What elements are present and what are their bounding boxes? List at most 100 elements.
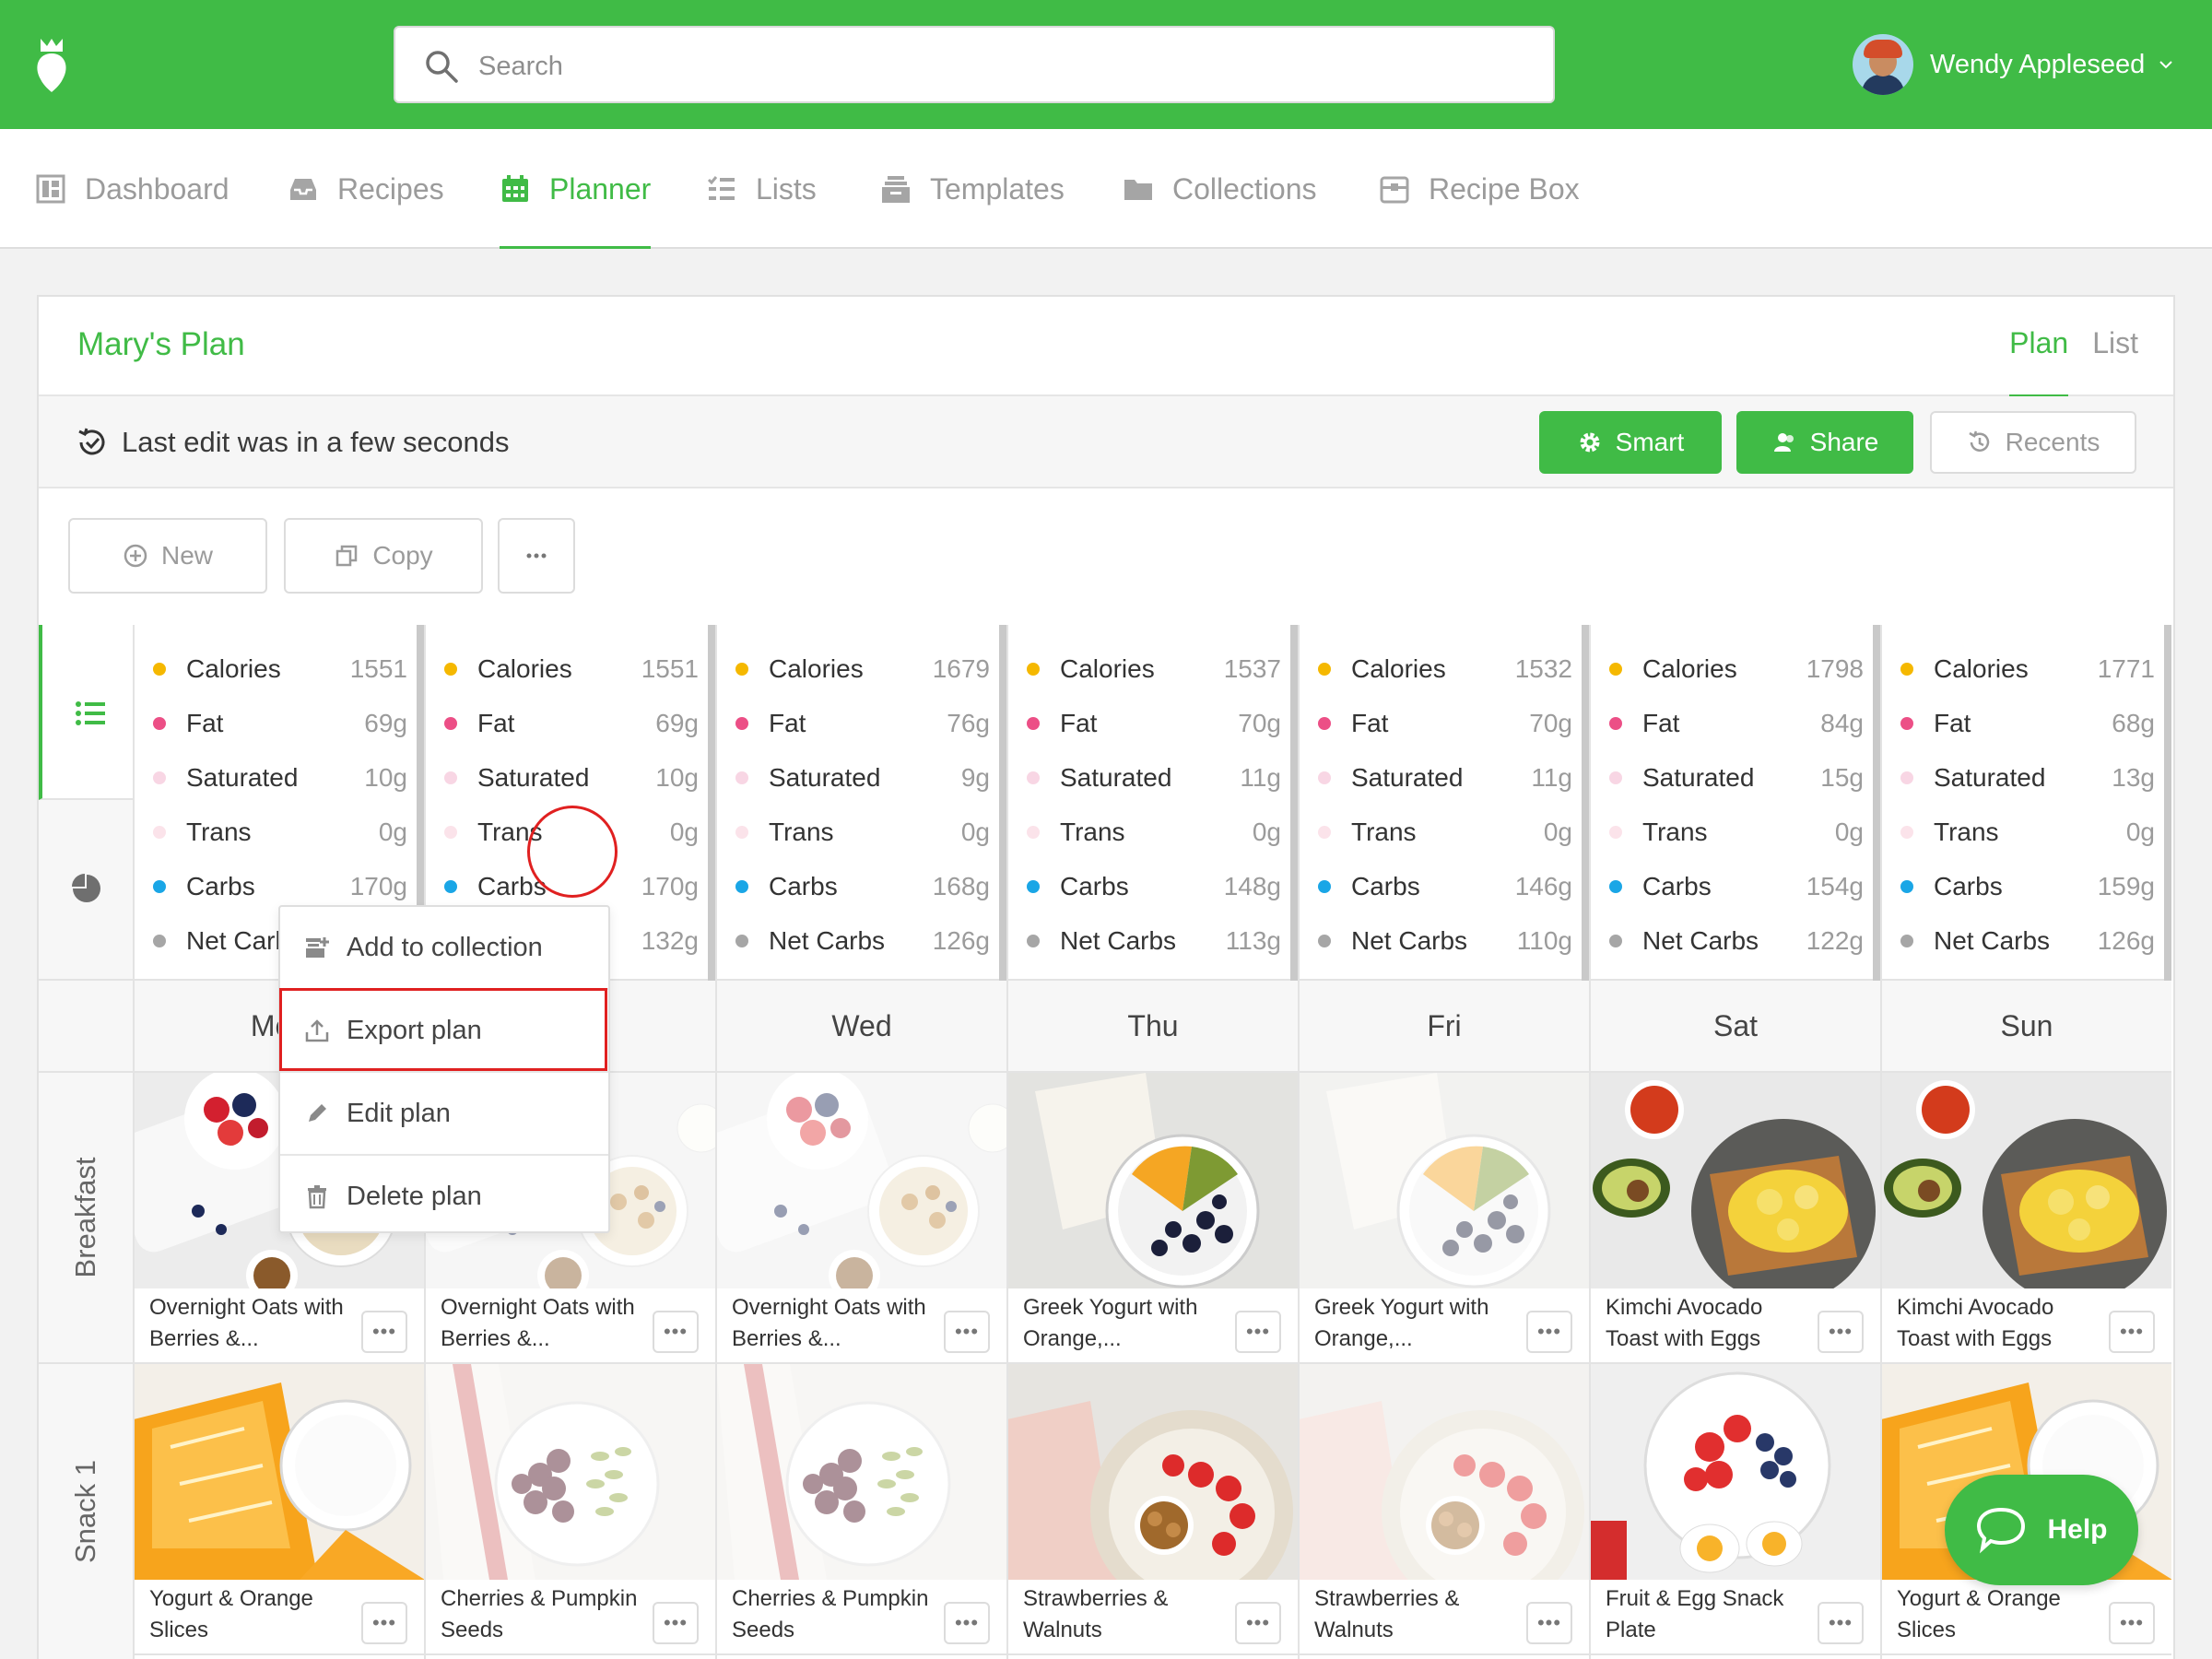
plan-title[interactable]: Mary's Plan <box>77 326 245 363</box>
meal-options-button[interactable]: ••• <box>361 1602 407 1644</box>
meal-cell-snack[interactable]: Fruit & Egg Snack Plate ••• <box>1591 1364 1880 1655</box>
nutrient-dot <box>1609 826 1622 839</box>
help-button[interactable]: Help <box>1945 1475 2138 1585</box>
smart-button[interactable]: Smart <box>1539 411 1722 474</box>
nutrient-row: Trans 0g <box>735 814 990 851</box>
nav-collections[interactable]: Collections <box>1123 129 1317 249</box>
scrollbar[interactable] <box>1873 625 1880 981</box>
recipe-photo[interactable] <box>1300 1073 1589 1288</box>
recipe-name[interactable]: Cherries & Pumpkin Seeds <box>441 1583 651 1646</box>
recipe-name[interactable]: Greek Yogurt with Orange,... <box>1023 1292 1233 1355</box>
recipe-name[interactable]: Kimchi Avocado Toast with Eggs <box>1606 1292 1816 1355</box>
meal-cell-snack[interactable]: Cherries & Pumpkin Seeds ••• <box>426 1364 715 1655</box>
scrollbar[interactable] <box>1290 625 1298 981</box>
recipe-photo[interactable] <box>1591 1364 1880 1580</box>
recipe-photo[interactable] <box>1882 1073 2171 1288</box>
nav-recipes[interactable]: Recipes <box>288 129 444 249</box>
scrollbar[interactable] <box>708 625 715 981</box>
recipe-name[interactable]: Yogurt & Orange Slices <box>149 1583 359 1646</box>
recipe-photo[interactable] <box>1008 1073 1298 1288</box>
copy-label: Copy <box>372 541 433 570</box>
meal-options-button[interactable]: ••• <box>2109 1602 2155 1644</box>
meal-options-button[interactable]: ••• <box>1235 1602 1281 1644</box>
nav-lists[interactable]: Lists <box>706 129 817 249</box>
nav-label: Templates <box>930 171 1065 206</box>
nutrient-name: Calories <box>186 654 281 683</box>
scrollbar[interactable] <box>2164 625 2171 981</box>
recipe-photo[interactable] <box>1300 1364 1589 1580</box>
nav-planner[interactable]: Planner <box>500 129 652 249</box>
recipe-name[interactable]: Overnight Oats with Berries &... <box>441 1292 651 1355</box>
meal-cell-snack[interactable]: Yogurt & Orange Slices ••• <box>135 1364 424 1655</box>
nutrient-value: 170g <box>641 872 699 900</box>
nutrient-value: 11g <box>1240 763 1281 792</box>
scrollbar[interactable] <box>999 625 1006 981</box>
recipe-name[interactable]: Yogurt & Orange Slices <box>1897 1583 2107 1646</box>
meal-options-button[interactable]: ••• <box>944 1311 990 1353</box>
meal-options-button[interactable]: ••• <box>1818 1602 1864 1644</box>
meal-cell-snack[interactable]: Strawberries & Walnuts ••• <box>1008 1364 1298 1655</box>
meal-options-button[interactable]: ••• <box>653 1311 699 1353</box>
recipe-name[interactable]: Fruit & Egg Snack Plate <box>1606 1583 1816 1646</box>
search-input[interactable]: Search <box>394 26 1555 103</box>
recipe-photo[interactable] <box>717 1364 1006 1580</box>
top-bar: Search Wendy Appleseed <box>0 0 2212 129</box>
meal-options-button[interactable]: ••• <box>2109 1311 2155 1353</box>
recents-button[interactable]: Recents <box>1930 411 2136 474</box>
meal-cell-snack[interactable]: Cherries & Pumpkin Seeds ••• <box>717 1364 1006 1655</box>
new-plan-button[interactable]: New <box>68 518 267 594</box>
tab-list[interactable]: List <box>2092 326 2138 360</box>
nav-dashboard[interactable]: Dashboard <box>35 129 229 249</box>
copy-icon <box>336 545 358 567</box>
recipe-photo[interactable] <box>135 1364 424 1580</box>
tab-plan[interactable]: Plan <box>2009 326 2069 397</box>
more-options-button[interactable] <box>498 518 575 594</box>
logo-icon[interactable] <box>31 35 72 94</box>
recipe-name[interactable]: Kimchi Avocado Toast with Eggs <box>1897 1292 2107 1355</box>
nutrient-dot <box>1027 826 1040 839</box>
scrollbar[interactable] <box>1582 625 1589 981</box>
nutrient-row: Fat 69g <box>153 705 407 742</box>
copy-plan-button[interactable]: Copy <box>284 518 483 594</box>
nutrient-value: 159g <box>2097 872 2155 900</box>
recipe-photo[interactable] <box>426 1364 715 1580</box>
recipe-name[interactable]: Cherries & Pumpkin Seeds <box>732 1583 942 1646</box>
menu-edit-plan[interactable]: Edit plan <box>280 1073 608 1154</box>
recipe-name[interactable]: Strawberries & Walnuts <box>1023 1583 1233 1646</box>
nutrient-dot <box>444 826 457 839</box>
recipe-name[interactable]: Overnight Oats with Berries &... <box>732 1292 942 1355</box>
meal-options-button[interactable]: ••• <box>1526 1311 1572 1353</box>
meal-options-button[interactable]: ••• <box>1818 1311 1864 1353</box>
meal-cell-breakfast[interactable]: Kimchi Avocado Toast with Eggs ••• <box>1591 1073 1880 1364</box>
recipe-name[interactable]: Overnight Oats with Berries &... <box>149 1292 359 1355</box>
meal-options-button[interactable]: ••• <box>1235 1311 1281 1353</box>
recipe-name[interactable]: Greek Yogurt with Orange,... <box>1314 1292 1524 1355</box>
meal-options-button[interactable]: ••• <box>361 1311 407 1353</box>
menu-delete-plan[interactable]: Delete plan <box>280 1156 608 1237</box>
meal-options-button[interactable]: ••• <box>1526 1602 1572 1644</box>
view-tabs: Plan List <box>2009 326 2138 397</box>
recipe-photo[interactable] <box>1591 1073 1880 1288</box>
nutrient-value: 70g <box>1529 709 1572 737</box>
user-menu[interactable]: Wendy Appleseed <box>1853 33 2174 96</box>
nutrition-chart-tab[interactable] <box>39 800 133 981</box>
share-button[interactable]: Share <box>1736 411 1913 474</box>
nav-templates[interactable]: Templates <box>880 129 1065 249</box>
recipe-photo[interactable] <box>717 1073 1006 1288</box>
meal-cell-breakfast[interactable]: Overnight Oats with Berries &... ••• <box>717 1073 1006 1364</box>
nutrition-list-tab[interactable] <box>39 625 133 800</box>
nutrient-value: 113g <box>1225 926 1281 955</box>
nutrient-dot <box>1900 880 1913 893</box>
recipe-name[interactable]: Strawberries & Walnuts <box>1314 1583 1524 1646</box>
nav-recipe-box[interactable]: Recipe Box <box>1379 129 1580 249</box>
nutrient-dot <box>735 717 748 730</box>
meal-cell-breakfast[interactable]: Kimchi Avocado Toast with Eggs ••• <box>1882 1073 2171 1364</box>
meal-cell-breakfast[interactable]: Greek Yogurt with Orange,... ••• <box>1300 1073 1589 1364</box>
meal-options-button[interactable]: ••• <box>653 1602 699 1644</box>
menu-add-to-collection[interactable]: Add to collection <box>280 907 608 988</box>
meal-options-button[interactable]: ••• <box>944 1602 990 1644</box>
meal-cell-breakfast[interactable]: Greek Yogurt with Orange,... ••• <box>1008 1073 1298 1364</box>
nutrient-value: 69g <box>364 709 407 737</box>
meal-cell-snack[interactable]: Strawberries & Walnuts ••• <box>1300 1364 1589 1655</box>
recipe-photo[interactable] <box>1008 1364 1298 1580</box>
